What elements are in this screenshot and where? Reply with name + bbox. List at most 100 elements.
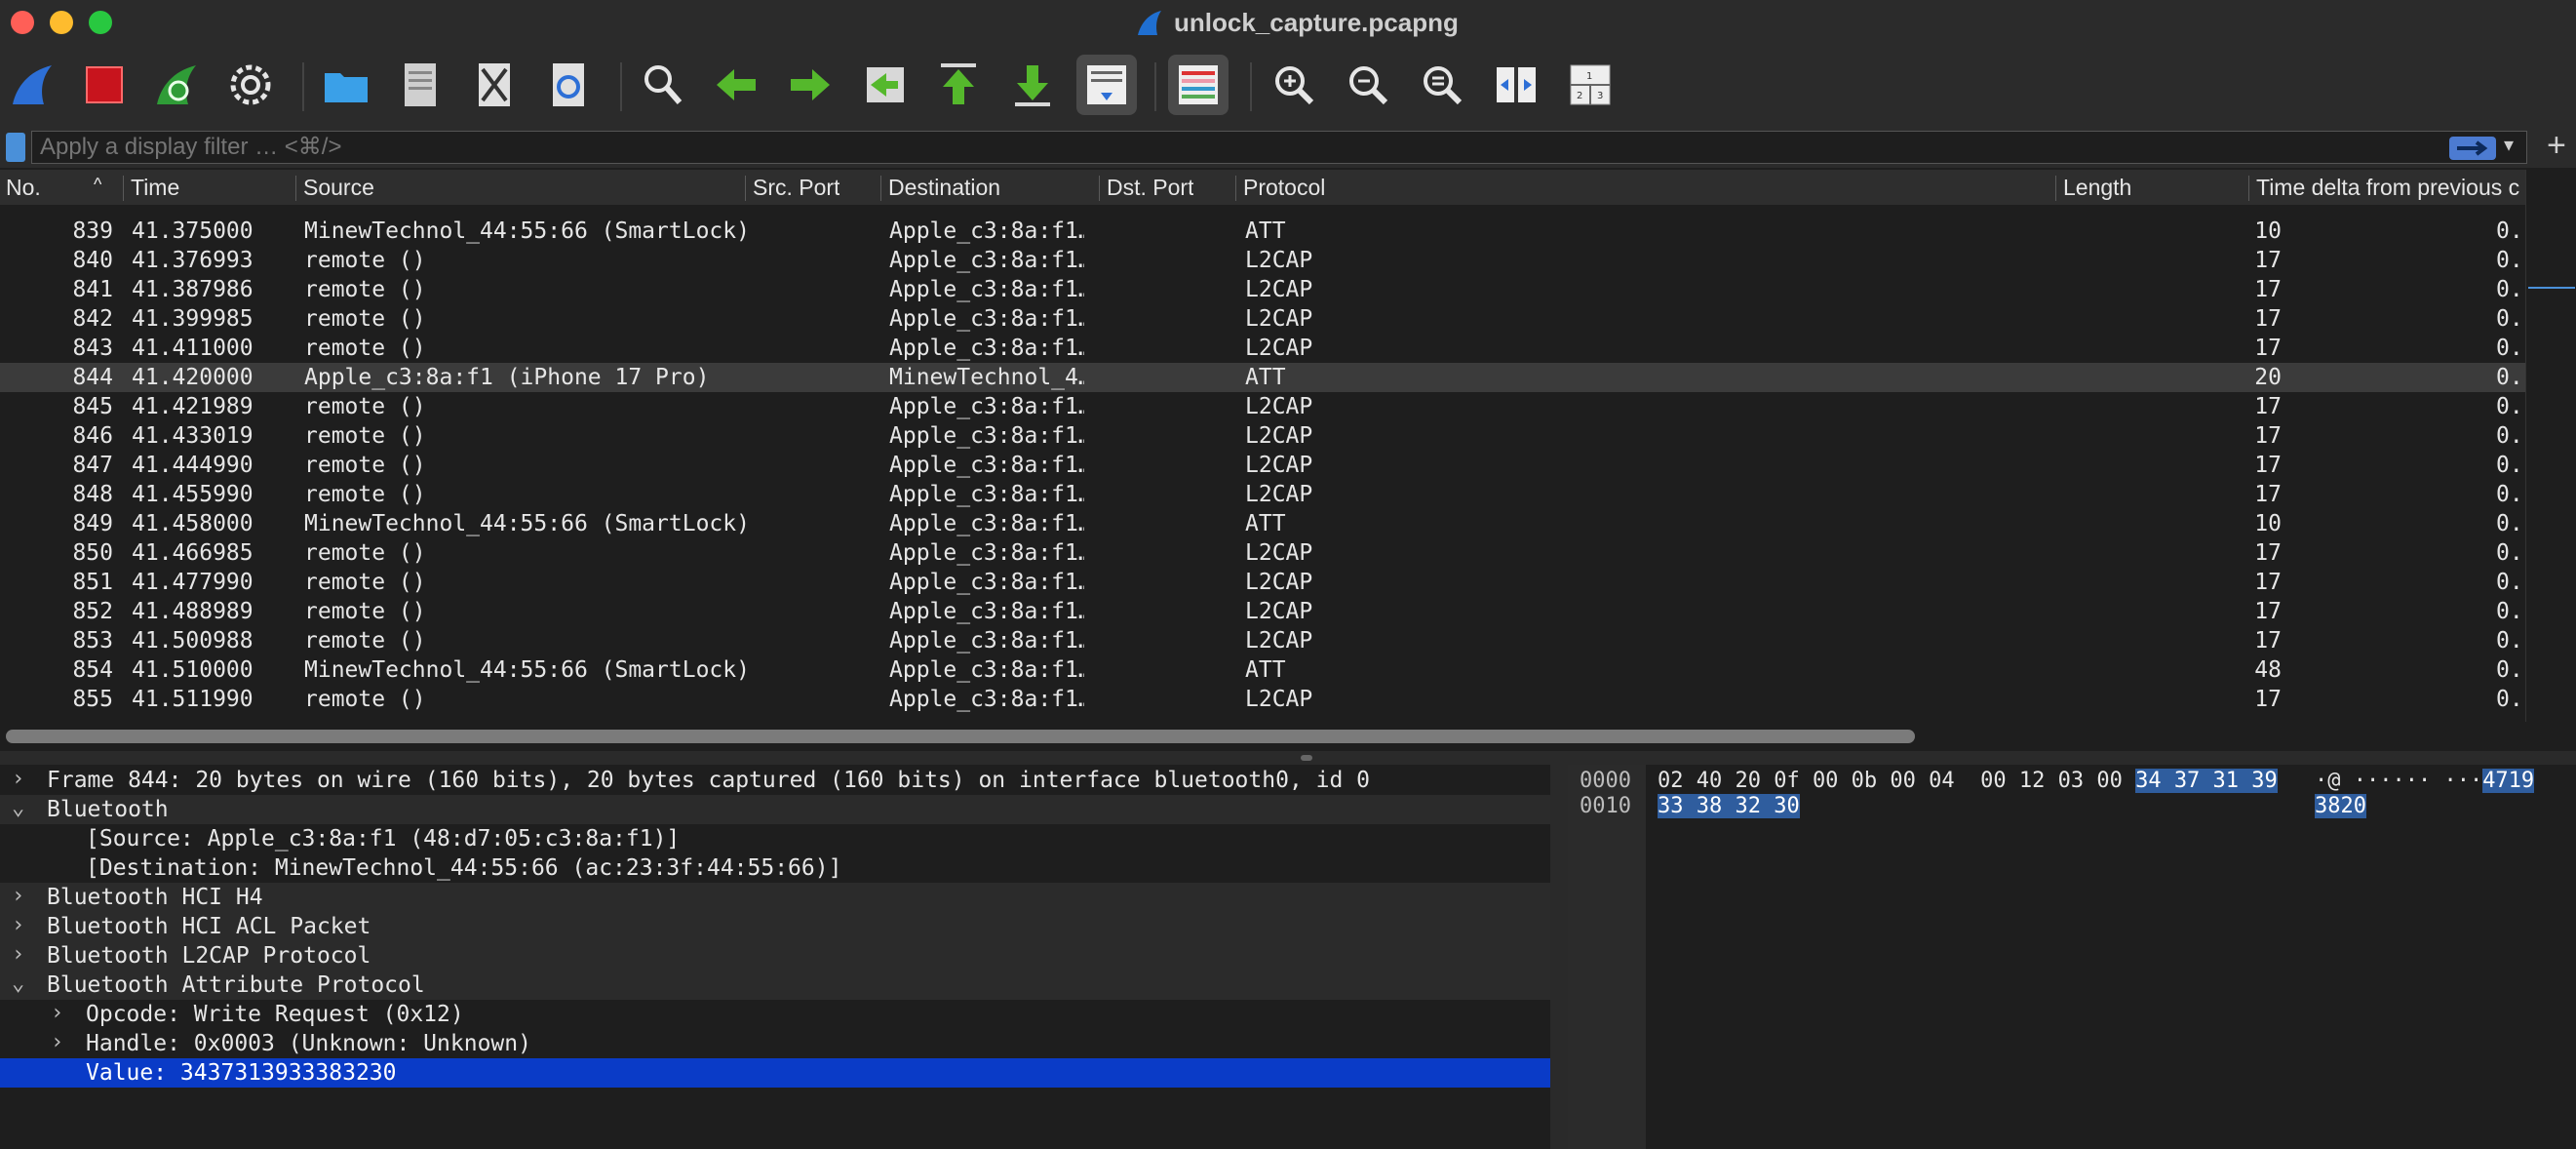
packet-list-scrollbar[interactable] [2525, 170, 2576, 722]
chevron-right-icon[interactable]: › [12, 767, 24, 791]
detail-tree-item[interactable]: [Destination: MinewTechnol_44:55:66 (ac:… [0, 853, 1550, 883]
chevron-right-icon[interactable]: › [12, 884, 24, 908]
detail-tree-item[interactable]: ⌄ Bluetooth Attribute Protocol [0, 971, 1550, 1000]
packet-list[interactable]: 839 41.375000 MinewTechnol_44:55:66 (Smart… [0, 205, 2525, 722]
column-header-no[interactable]: No. [6, 175, 41, 201]
packet-details-pane[interactable]: › Frame 844: 20 bytes on wire (160 bits),… [0, 765, 1550, 1149]
detail-tree-item[interactable]: [Source: Apple_c3:8a:f1 (48:d7:05:c3:8a:… [0, 824, 1550, 853]
colorize-button[interactable] [1168, 55, 1229, 115]
column-divider[interactable] [2055, 176, 2056, 201]
table-row[interactable]: 841 41.387986 remote () Apple_c3:8a:f1… L2CA… [0, 275, 2525, 304]
find-packet-button[interactable] [632, 55, 692, 115]
column-header-length[interactable]: Length [2063, 175, 2131, 201]
autoscroll-button[interactable] [1076, 55, 1137, 115]
bytes-row[interactable]: 0010 33 38 32 30 3820 [1568, 794, 2576, 821]
packet-bytes-pane[interactable]: 0000 02 40 20 0f 00 0b 00 04 00 12 03 00 … [1568, 765, 2576, 1149]
capture-options-icon [230, 64, 271, 105]
column-header-dst-port[interactable]: Dst. Port [1107, 175, 1193, 201]
column-divider[interactable] [1235, 176, 1236, 201]
table-row[interactable]: 853 41.500988 remote () Apple_c3:8a:f1… L2CA… [0, 626, 2525, 655]
table-row[interactable]: 855 41.511990 remote () Apple_c3:8a:f1… L2CA… [0, 685, 2525, 714]
chevron-down-icon[interactable]: ⌄ [12, 796, 24, 820]
open-file-button[interactable] [316, 55, 376, 115]
packet-list-horizontal-scrollbar[interactable] [0, 722, 2525, 751]
packet-protocol: ATT [1245, 657, 1286, 683]
column-divider[interactable] [745, 176, 746, 201]
chevron-down-icon[interactable]: ⌄ [12, 971, 24, 996]
packet-no: 847 [72, 453, 113, 478]
apply-filter-button[interactable] [2449, 137, 2496, 160]
table-row[interactable]: 844 41.420000 Apple_c3:8a:f1 (iPhone 17 Pr… [0, 363, 2525, 392]
go-forward-button[interactable] [780, 55, 840, 115]
column-divider[interactable] [2248, 176, 2249, 201]
detail-tree-item[interactable]: › Handle: 0x0003 (Unknown: Unknown) [0, 1029, 1550, 1058]
table-row[interactable]: 842 41.399985 remote () Apple_c3:8a:f1… L2CA… [0, 304, 2525, 334]
layout-button[interactable]: 12 3 [1560, 55, 1620, 115]
splitter-grip[interactable] [1301, 755, 1312, 761]
column-divider[interactable] [880, 176, 881, 201]
chevron-right-icon[interactable]: › [51, 1001, 63, 1025]
column-header-time[interactable]: Time [131, 175, 179, 201]
table-row[interactable]: 851 41.477990 remote () Apple_c3:8a:f1… L2CA… [0, 568, 2525, 597]
detail-tree-item[interactable]: Value: 3437313933383230 [0, 1058, 1550, 1088]
table-row[interactable]: 846 41.433019 remote () Apple_c3:8a:f1… L2CA… [0, 421, 2525, 451]
details-bytes-divider[interactable] [1550, 765, 1568, 1149]
bytes-row[interactable]: 0000 02 40 20 0f 00 0b 00 04 00 12 03 00 … [1568, 769, 2576, 796]
resize-columns-button[interactable] [1486, 55, 1546, 115]
stop-capture-button[interactable] [74, 55, 135, 115]
table-row[interactable]: 854 41.510000 MinewTechnol_44:55:66 (Smart… [0, 655, 2525, 685]
detail-tree-item[interactable]: › Bluetooth HCI ACL Packet [0, 912, 1550, 941]
table-row[interactable]: 848 41.455990 remote () Apple_c3:8a:f1… L2CA… [0, 480, 2525, 509]
zoom-out-button[interactable] [1338, 55, 1398, 115]
first-packet-button[interactable] [928, 55, 989, 115]
chevron-right-icon[interactable]: › [12, 913, 24, 937]
table-row[interactable]: 843 41.411000 remote () Apple_c3:8a:f1… L2CA… [0, 334, 2525, 363]
packet-time: 41.458000 [132, 511, 254, 536]
detail-tree-item[interactable]: › Frame 844: 20 bytes on wire (160 bits),… [0, 766, 1550, 795]
close-file-button[interactable] [464, 55, 525, 115]
reload-file-button[interactable] [538, 55, 599, 115]
pane-splitter[interactable] [0, 751, 2576, 765]
filter-bookmark-icon[interactable] [6, 133, 25, 162]
table-row-partial[interactable] [0, 205, 2525, 217]
column-divider[interactable] [295, 176, 296, 201]
table-row[interactable]: 847 41.444990 remote () Apple_c3:8a:f1… L2CA… [0, 451, 2525, 480]
svg-text:2: 2 [1577, 91, 1582, 101]
packet-destination: Apple_c3:8a:f1… [889, 306, 1084, 332]
table-row[interactable]: 849 41.458000 MinewTechnol_44:55:66 (Smart… [0, 509, 2525, 538]
column-header-destination[interactable]: Destination [888, 175, 1000, 201]
close-window-button[interactable] [11, 11, 34, 34]
table-row[interactable]: 850 41.466985 remote () Apple_c3:8a:f1… L2CA… [0, 538, 2525, 568]
normal-size-button[interactable] [1412, 55, 1472, 115]
start-capture-button[interactable] [2, 55, 62, 115]
chevron-right-icon[interactable]: › [51, 1030, 63, 1054]
table-row[interactable]: 852 41.488989 remote () Apple_c3:8a:f1… L2CA… [0, 597, 2525, 626]
restart-capture-button[interactable] [146, 55, 207, 115]
capture-options-button[interactable] [220, 55, 281, 115]
go-back-button[interactable] [706, 55, 766, 115]
horizontal-scrollbar-thumb[interactable] [6, 730, 1915, 743]
detail-tree-item[interactable]: › Bluetooth HCI H4 [0, 883, 1550, 912]
table-row[interactable]: 845 41.421989 remote () Apple_c3:8a:f1… L2CA… [0, 392, 2525, 421]
detail-tree-item[interactable]: › Bluetooth L2CAP Protocol [0, 941, 1550, 971]
add-filter-button[interactable]: + [2547, 127, 2566, 165]
table-row[interactable]: 839 41.375000 MinewTechnol_44:55:66 (Smart… [0, 217, 2525, 246]
detail-tree-item[interactable]: ⌄ Bluetooth [0, 795, 1550, 824]
column-header-src-port[interactable]: Src. Port [753, 175, 839, 201]
minimize-window-button[interactable] [50, 11, 73, 34]
column-divider[interactable] [123, 176, 124, 201]
column-header-time-delta[interactable]: Time delta from previous c [2256, 175, 2525, 201]
chevron-right-icon[interactable]: › [12, 942, 24, 967]
filter-history-dropdown[interactable]: ▾ [2504, 133, 2514, 157]
maximize-window-button[interactable] [89, 11, 112, 34]
last-packet-button[interactable] [1002, 55, 1063, 115]
save-file-button[interactable] [390, 55, 450, 115]
zoom-in-button[interactable] [1264, 55, 1324, 115]
detail-tree-item[interactable]: › Opcode: Write Request (0x12) [0, 1000, 1550, 1029]
column-header-source[interactable]: Source [303, 175, 374, 201]
column-divider[interactable] [1099, 176, 1100, 201]
column-header-protocol[interactable]: Protocol [1243, 175, 1325, 201]
go-to-packet-button[interactable] [854, 55, 915, 115]
display-filter-input[interactable] [31, 131, 2527, 164]
table-row[interactable]: 840 41.376993 remote () Apple_c3:8a:f1… L2CA… [0, 246, 2525, 275]
